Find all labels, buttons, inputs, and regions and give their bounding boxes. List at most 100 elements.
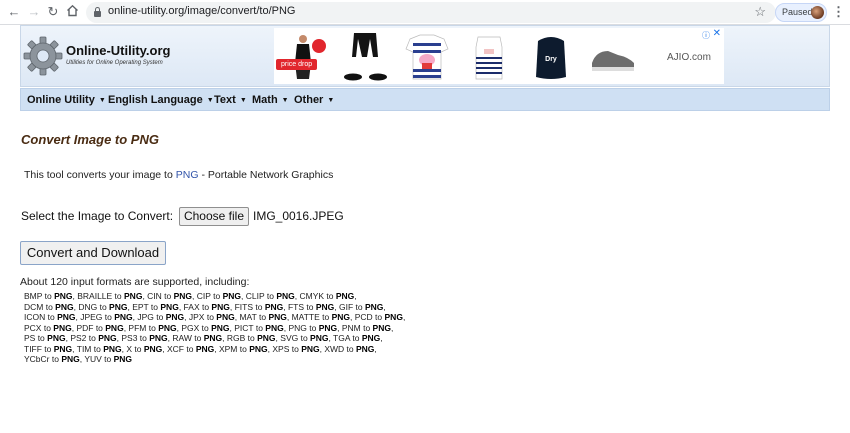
format-source: EPT to <box>132 301 161 312</box>
format-source: XPM to <box>218 343 250 354</box>
caret-down-icon: ▼ <box>281 97 289 104</box>
menu-text[interactable]: Text ▼ <box>214 94 247 106</box>
format-target: PNG <box>301 343 320 354</box>
png-link[interactable]: PNG <box>176 169 199 181</box>
gear-logo-icon[interactable] <box>23 36 63 76</box>
format-target: PNG <box>149 333 168 343</box>
format-source: CIP to <box>196 291 223 301</box>
selected-file-name: IMG_0016.JPEG <box>253 209 344 223</box>
forward-arrow-icon[interactable]: → <box>26 4 42 20</box>
format-source: FTS to <box>287 301 316 312</box>
format-line: DCM to PNG, DNG to PNG, EPT to PNG, FAX … <box>24 301 386 312</box>
format-source: TGA to <box>333 333 362 343</box>
ad-product-sneaker[interactable] <box>584 31 642 83</box>
format-target: PNG <box>114 312 133 322</box>
menu-english-language[interactable]: English Language ▼ <box>108 94 214 106</box>
format-target: PNG <box>103 343 122 354</box>
browser-toolbar: ← → ↻ online-utility.org/image/convert/t… <box>0 0 850 25</box>
format-target: PNG <box>310 333 329 343</box>
site-name[interactable]: Online-Utility.org <box>66 43 170 58</box>
more-options-icon[interactable]: ⋮ <box>832 4 845 20</box>
advertiser-name[interactable]: AJIO.com <box>667 52 711 63</box>
profile-button[interactable]: Paused <box>775 3 827 22</box>
menu-other[interactable]: Other ▼ <box>294 94 334 106</box>
format-target: PNG <box>173 291 193 301</box>
format-target: PNG <box>165 312 185 322</box>
format-source: JPEG to <box>80 312 115 322</box>
format-target: PNG <box>372 322 391 333</box>
intro-text: This tool converts your image to PNG - P… <box>24 169 333 181</box>
format-source: XCF to <box>167 343 196 354</box>
menu-label: Online Utility <box>27 94 95 106</box>
reload-icon[interactable]: ↻ <box>45 4 61 20</box>
format-source: PNG to <box>288 322 319 333</box>
format-source: X to <box>126 343 144 354</box>
caret-down-icon: ▼ <box>239 97 247 104</box>
format-source: JPG to <box>137 312 166 322</box>
ad-product-backpack[interactable]: Dry <box>522 31 580 83</box>
format-target: PNG <box>265 322 284 333</box>
format-target: PNG <box>361 333 381 343</box>
format-target: PNG <box>335 291 355 301</box>
format-target: PNG <box>105 322 124 333</box>
svg-text:Dry: Dry <box>545 56 557 63</box>
site-tagline: Utilities for Online Operating System <box>66 60 163 66</box>
format-source: PFM to <box>128 322 159 333</box>
ad-banner[interactable]: price drop Dry AJIO.com ⓘ ✕ <box>274 28 724 84</box>
format-target: PNG <box>158 322 177 333</box>
menu-math[interactable]: Math ▼ <box>252 94 289 106</box>
address-bar[interactable]: online-utility.org/image/convert/to/PNG … <box>86 2 776 23</box>
format-source: YCbCr to <box>24 354 62 364</box>
ad-product-dress[interactable]: price drop <box>274 31 332 83</box>
format-target: PNG <box>55 301 74 312</box>
format-source: BMP to <box>24 291 55 301</box>
bookmark-star-icon[interactable]: ☆ <box>754 4 766 20</box>
format-source: PDF to <box>76 322 106 333</box>
close-icon[interactable]: ✕ <box>713 28 721 39</box>
format-target: PNG <box>53 343 73 354</box>
format-line: YCbCr to PNG, YUV to PNG <box>24 354 133 364</box>
format-source: PCD to <box>354 312 385 322</box>
format-source: SVG to <box>280 333 311 343</box>
format-target: PNG <box>57 312 76 322</box>
ad-product-jeans[interactable] <box>336 31 394 83</box>
format-source: PCX to <box>24 322 54 333</box>
format-target: PNG <box>331 312 351 322</box>
caret-down-icon: ▼ <box>98 97 106 104</box>
format-line: PCX to PNG, PDF to PNG, PFM to PNG, PGX … <box>24 322 394 333</box>
format-target: PNG <box>384 312 403 322</box>
format-source: JPX to <box>188 312 217 322</box>
menu-label: Text <box>214 94 236 106</box>
format-target: PNG <box>53 322 72 333</box>
site-header: Online-Utility.org Utilities for Online … <box>20 25 830 87</box>
format-target: PNG <box>143 343 163 354</box>
format-source: FITS to <box>234 301 265 312</box>
ad-info-icon[interactable]: ⓘ <box>702 30 710 41</box>
convert-download-button[interactable]: Convert and Download <box>20 241 166 265</box>
format-source: BRAILLE to <box>77 291 125 301</box>
choose-file-button[interactable]: Choose file <box>179 207 249 226</box>
menu-label: English Language <box>108 94 203 106</box>
format-line: PS to PNG, PS2 to PNG, PS3 to PNG, RAW t… <box>24 333 383 343</box>
lock-icon[interactable] <box>94 7 101 17</box>
format-source: MATTE to <box>291 312 332 322</box>
format-target: PNG <box>109 301 128 312</box>
format-source: CLIP to <box>245 291 277 301</box>
back-arrow-icon[interactable]: ← <box>6 4 22 20</box>
menu-online-utility[interactable]: Online Utility ▼ <box>27 94 106 106</box>
format-target: PNG <box>315 301 335 312</box>
caret-down-icon: ▼ <box>327 97 335 104</box>
format-line: ICON to PNG, JPEG to PNG, JPG to PNG, JP… <box>24 312 406 322</box>
format-source: PS to <box>24 333 48 343</box>
format-target: PNG <box>257 333 276 343</box>
format-source: DNG to <box>78 301 110 312</box>
main-menu: Online Utility ▼ English Language ▼ Text ▼ … <box>20 88 830 111</box>
profile-status: Paused <box>782 7 813 17</box>
ad-product-peppa-tee[interactable] <box>398 31 456 83</box>
home-icon[interactable] <box>64 4 80 20</box>
format-source: PS2 to <box>70 333 99 343</box>
page-title: Convert Image to PNG <box>21 132 159 147</box>
menu-label: Math <box>252 94 278 106</box>
ad-product-striped-top[interactable] <box>460 31 518 83</box>
address-url: online-utility.org/image/convert/to/PNG <box>108 5 296 17</box>
